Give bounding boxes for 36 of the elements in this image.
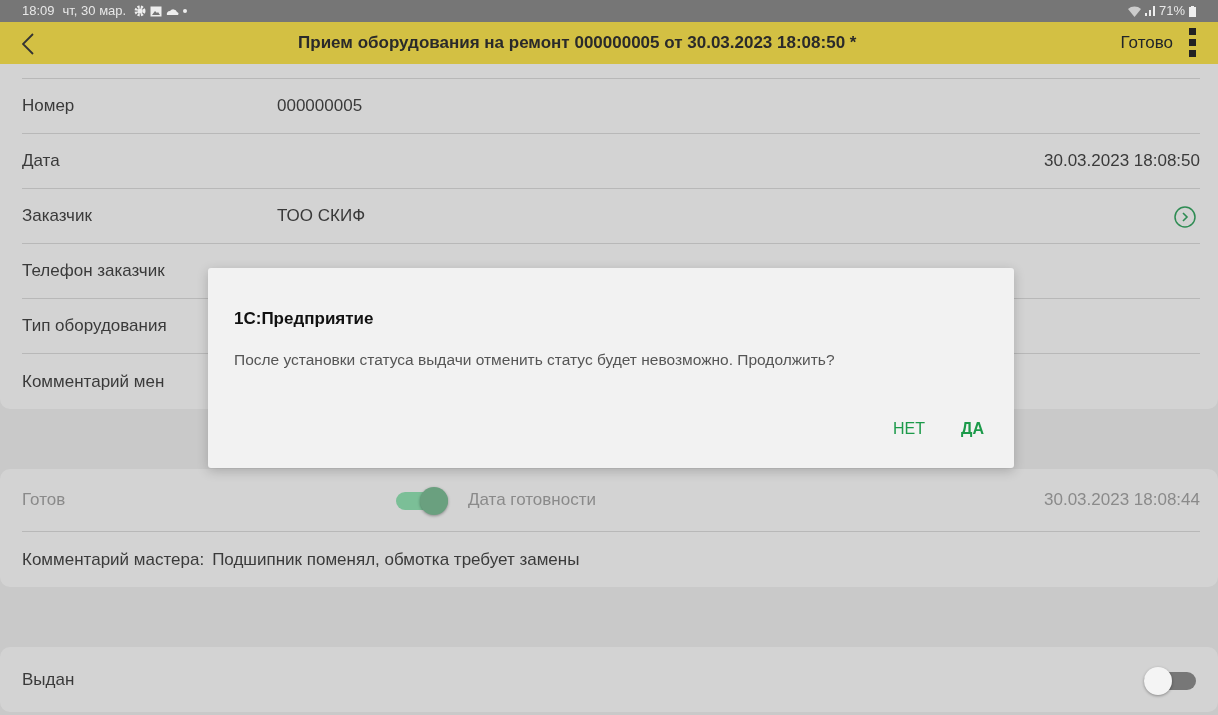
window-title: Прием оборудования на ремонт 000000005 от 30.03.2023 18:08:50 * bbox=[298, 33, 857, 53]
image-icon bbox=[150, 5, 163, 17]
field-label: Комментарий мастера: bbox=[22, 548, 205, 571]
open-button[interactable] bbox=[1174, 204, 1196, 228]
status-time: 18:09 bbox=[22, 2, 55, 21]
field-value: 30.03.2023 18:08:44 bbox=[1044, 489, 1200, 512]
back-button[interactable] bbox=[22, 31, 34, 55]
dot-icon bbox=[183, 9, 188, 13]
cloud-icon bbox=[166, 7, 180, 15]
chevron-circle-icon bbox=[1174, 205, 1196, 228]
status-date: чт, 30 мар. bbox=[62, 2, 127, 21]
battery-level: 71% bbox=[1158, 2, 1185, 21]
field-label: Дата bbox=[22, 150, 61, 173]
dialog-button[interactable]: НЕТ bbox=[887, 412, 932, 445]
field-label: Телефон заказчик bbox=[22, 260, 166, 283]
field-label: Дата готовности bbox=[468, 489, 597, 512]
field-value: ТОО СКИФ bbox=[277, 205, 367, 228]
signal-icon bbox=[1144, 6, 1155, 16]
field-value: Подшипник поменял, обмотка требует замены bbox=[212, 548, 580, 571]
done-button[interactable]: Готово bbox=[1120, 30, 1173, 56]
field-value: 30.03.2023 18:08:50 bbox=[1044, 150, 1200, 173]
field-label: Номер bbox=[22, 95, 76, 118]
back-icon bbox=[22, 32, 34, 55]
dialog-title: 1С:Предприятие bbox=[234, 308, 375, 330]
battery-icon bbox=[1189, 5, 1196, 17]
status-label: Выдан bbox=[22, 668, 76, 691]
dialog-button[interactable]: ДА bbox=[955, 412, 990, 445]
gear-icon bbox=[134, 5, 147, 17]
field-label: Заказчик bbox=[22, 205, 93, 228]
dialog-message: После установки статуса выдачи отменить статус будет невозможно. Продолжить? bbox=[234, 349, 836, 370]
field-label: Комментарий мен bbox=[22, 370, 166, 393]
field-value: 000000005 bbox=[277, 95, 363, 118]
status-label: Готов bbox=[22, 489, 67, 512]
menu-button[interactable] bbox=[1189, 28, 1196, 58]
wifi-icon bbox=[1127, 5, 1141, 17]
menu-icon bbox=[1189, 28, 1196, 58]
